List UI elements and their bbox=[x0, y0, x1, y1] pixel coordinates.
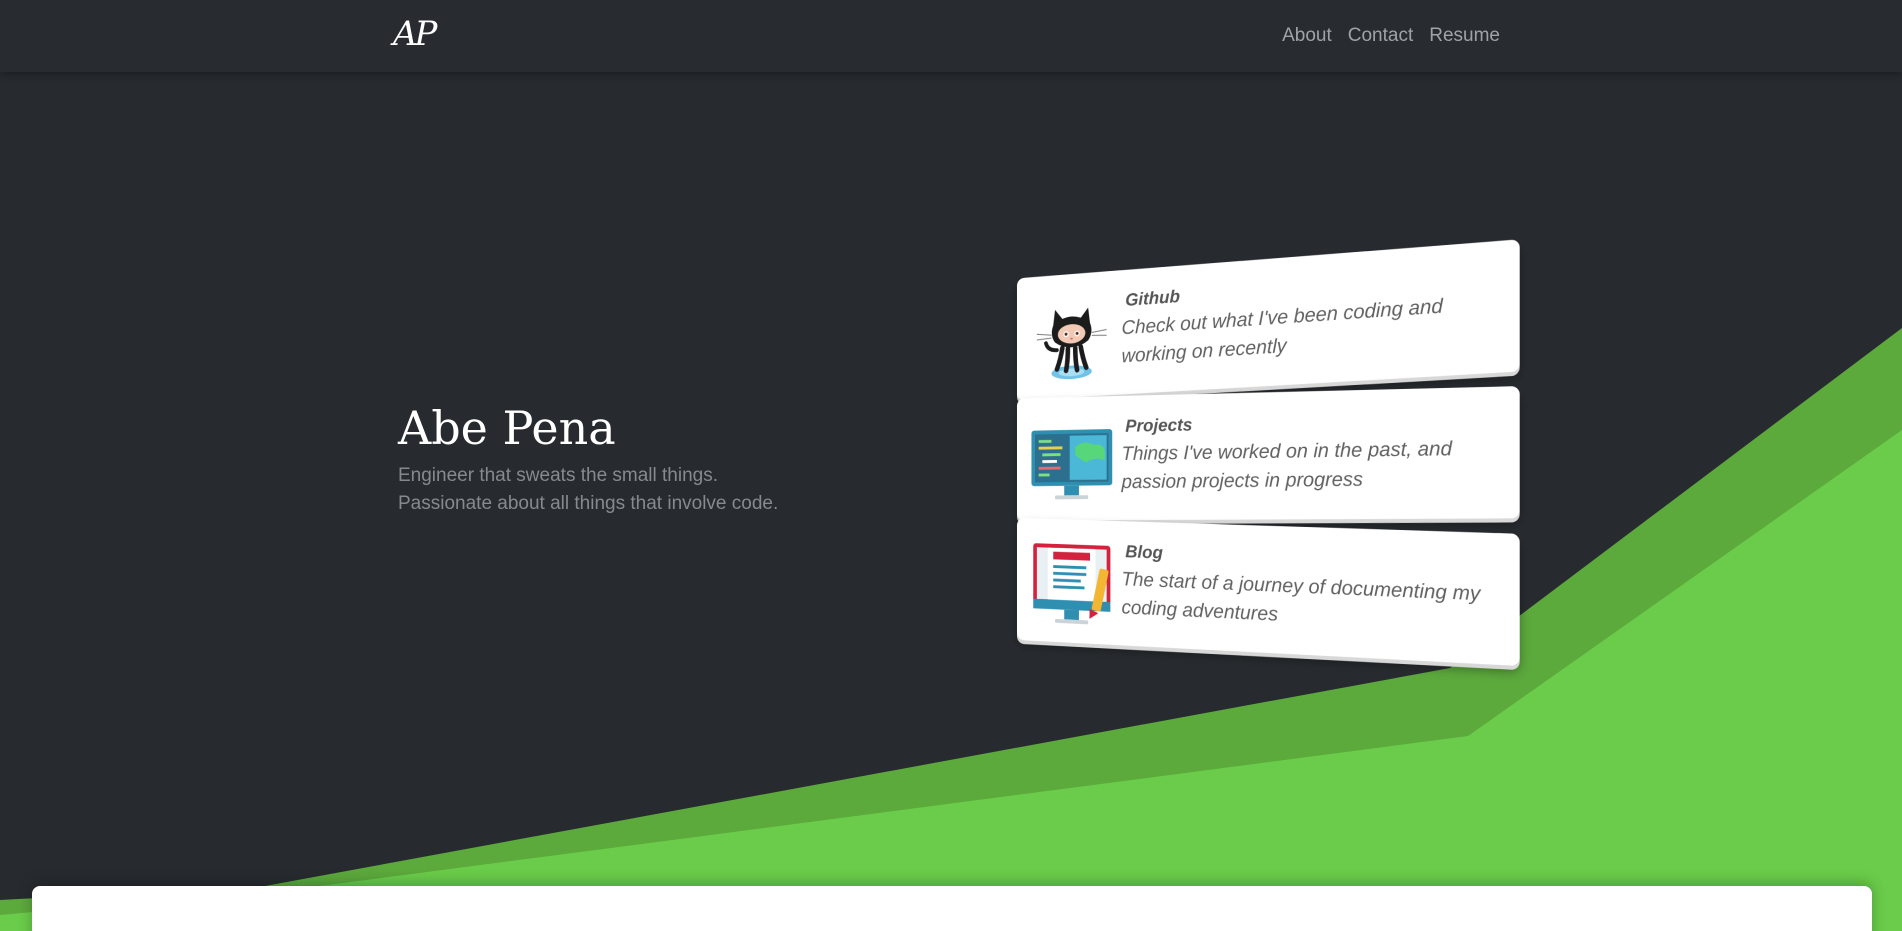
blog-document-icon bbox=[1033, 543, 1111, 625]
page: AP About Contact Resume Abe Pena Enginee… bbox=[0, 0, 1902, 931]
card-blog-title: Blog bbox=[1125, 541, 1163, 563]
hero-name: Abe Pena bbox=[398, 401, 616, 455]
monitor-code-icon bbox=[1031, 429, 1113, 500]
card-blog-description: The start of a journey of documenting my… bbox=[1121, 568, 1481, 626]
github-octocat-icon bbox=[1030, 307, 1114, 386]
nav-link-contact[interactable]: Contact bbox=[1348, 24, 1413, 48]
background-green-slopes bbox=[0, 328, 1902, 931]
hero-tagline-line1: Engineer that sweats the small things. bbox=[398, 465, 719, 486]
card-projects-description: Things I've worked on in the past, and p… bbox=[1121, 437, 1452, 493]
link-card-stack: Github Check out what I've been coding a… bbox=[1016, 239, 1520, 666]
hero-tagline-line2: Passionate about all things that involve… bbox=[398, 493, 779, 514]
navbar: AP About Contact Resume bbox=[0, 0, 1902, 72]
content-panel bbox=[32, 886, 1872, 931]
card-github-title: Github bbox=[1125, 286, 1180, 310]
nav-link-about[interactable]: About bbox=[1282, 24, 1332, 48]
green-slope-light bbox=[0, 430, 1902, 931]
card-blog[interactable]: Blog The start of a journey of documenti… bbox=[1016, 517, 1520, 666]
site-logo[interactable]: AP bbox=[393, 14, 437, 54]
nav-links: About Contact Resume bbox=[1282, 24, 1500, 48]
card-projects-title: Projects bbox=[1125, 414, 1193, 436]
card-projects[interactable]: Projects Things I've worked on in the pa… bbox=[1016, 386, 1520, 521]
nav-link-resume[interactable]: Resume bbox=[1429, 24, 1500, 48]
